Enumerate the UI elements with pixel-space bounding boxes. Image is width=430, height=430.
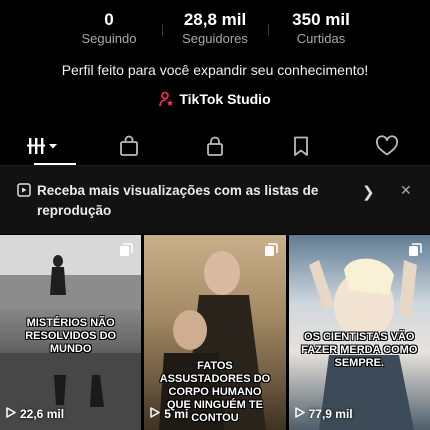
profile-stats: 0 Seguindo 28,8 mil Seguidores 350 mil C… — [0, 10, 430, 50]
video-tile[interactable]: MISTÉRIOS NÃO RESOLVIDOS DO MUNDO 22,6 m… — [0, 235, 142, 430]
grid-icon — [26, 136, 60, 156]
chevron-right-icon[interactable]: ❯ — [362, 183, 375, 201]
person-star-icon — [159, 91, 174, 107]
playlist-icon — [17, 183, 31, 202]
multi-image-icon — [119, 243, 134, 262]
tab-saved[interactable] — [258, 126, 344, 165]
heart-icon — [375, 134, 399, 157]
followers-label: Seguidores — [182, 31, 248, 46]
profile-bio: Perfil feito para você expandir seu conh… — [61, 62, 369, 78]
following-label: Seguindo — [81, 31, 137, 46]
close-icon[interactable]: ✕ — [400, 182, 412, 199]
multi-image-icon — [264, 243, 278, 262]
stat-followers[interactable]: 28,8 mil Seguidores — [162, 10, 268, 50]
video-tile[interactable]: OS CIENTISTAS VÃO FAZER MERDA COMO SEMPR… — [288, 235, 430, 430]
tiktok-studio-link[interactable]: TikTok Studio — [0, 91, 430, 107]
video-caption: MISTÉRIOS NÃO RESOLVIDOS DO MUNDO — [25, 317, 117, 355]
tab-shop[interactable] — [86, 126, 172, 165]
video-tile[interactable]: FATOS ASSUSTADORES DO CORPO HUMANO QUE N… — [144, 235, 286, 430]
profile-tabs — [0, 126, 430, 166]
play-icon — [294, 407, 305, 421]
likes-count: 350 mil — [292, 10, 350, 29]
video-caption: OS CIENTISTAS VÃO FAZER MERDA COMO SEMPR… — [301, 331, 418, 369]
following-count: 0 — [104, 10, 114, 29]
banner-text: Receba mais visualizações com as listas … — [37, 183, 319, 218]
multi-image-icon — [408, 243, 422, 262]
tab-videos[interactable] — [0, 126, 86, 165]
likes-label: Curtidas — [296, 31, 346, 46]
tab-liked[interactable] — [344, 126, 430, 165]
view-count: 22,6 mil — [6, 407, 64, 421]
playlist-promo-banner[interactable]: Receba mais visualizações com as listas … — [0, 166, 430, 234]
lock-icon — [204, 135, 226, 157]
play-icon — [6, 407, 16, 421]
view-count-text: 77,9 mil — [308, 407, 353, 421]
play-icon — [150, 407, 161, 421]
bookmark-icon — [290, 135, 312, 157]
stat-following[interactable]: 0 Seguindo — [56, 10, 162, 50]
video-grid: MISTÉRIOS NÃO RESOLVIDOS DO MUNDO 22,6 m… — [0, 235, 430, 430]
tab-private[interactable] — [172, 126, 258, 165]
view-count: 5 mi — [150, 407, 188, 421]
studio-label: TikTok Studio — [179, 91, 271, 107]
stat-likes[interactable]: 350 mil Curtidas — [268, 10, 374, 50]
view-count-text: 5 mi — [164, 407, 189, 421]
view-count: 77,9 mil — [294, 407, 353, 421]
shopping-bag-icon — [118, 135, 140, 157]
view-count-text: 22,6 mil — [20, 407, 65, 421]
followers-count: 28,8 mil — [183, 10, 247, 29]
